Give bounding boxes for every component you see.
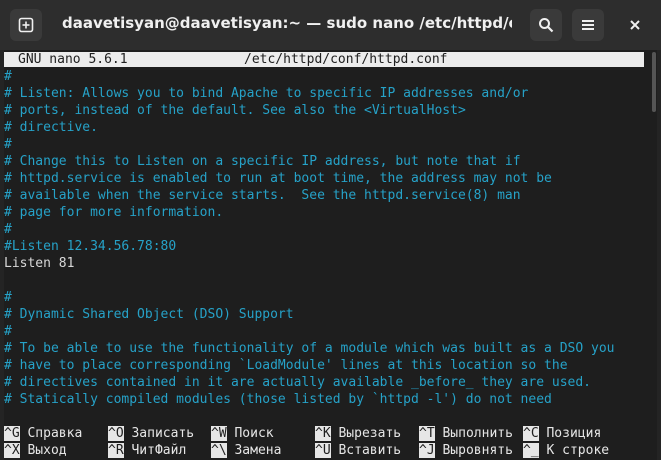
- shortcut-item[interactable]: ^\ Замена: [211, 442, 281, 459]
- close-button[interactable]: [619, 9, 651, 41]
- shortcut-label: Замена: [234, 443, 282, 458]
- shortcut-label: Записать: [131, 426, 195, 441]
- terminal-window: daavetisyan@daavetisyan:~ — sudo nano /e…: [0, 0, 661, 460]
- search-icon: [539, 18, 554, 33]
- editor-buffer[interactable]: # # Listen: Allows you to bind Apache to …: [4, 68, 644, 408]
- shortcut-item[interactable]: ^X Выход: [4, 442, 67, 459]
- shortcut-key: ^T: [419, 426, 435, 441]
- shortcut-key: ^\: [211, 443, 227, 458]
- shortcut-item[interactable]: ^C Позиция: [523, 425, 601, 442]
- shortcut-label: Позиция: [546, 426, 602, 441]
- nano-header-bar: GNU nano 5.6.1 /etc/httpd/conf/httpd.con…: [4, 52, 644, 67]
- window-title: daavetisyan@daavetisyan:~ — sudo nano /e…: [62, 14, 512, 32]
- editor-line: # have to place corresponding `LoadModul…: [4, 358, 568, 373]
- shortcut-key: ^G: [4, 426, 20, 441]
- shortcut-label: Выровнять: [442, 443, 513, 458]
- shortcut-key: ^X: [4, 443, 20, 458]
- shortcut-key: ^C: [523, 426, 539, 441]
- editor-line: #: [4, 69, 12, 84]
- editor-line: Listen 81: [4, 256, 75, 271]
- shortcut-item[interactable]: ^K Вырезать: [315, 425, 401, 442]
- editor-line: # directives contained in it are actuall…: [4, 375, 591, 390]
- scrollbar[interactable]: [651, 52, 657, 382]
- editor-line: # directive.: [4, 120, 98, 135]
- shortcut-label: Вставить: [338, 443, 402, 458]
- shortcut-row: ^G Справка ^O Записать ^W Поиск ^K Вырезать…: [4, 425, 657, 442]
- editor-line: # Change this to Listen on a specific IP…: [4, 154, 521, 169]
- shortcut-key: ^U: [315, 443, 331, 458]
- shortcut-key: ^_: [523, 443, 539, 458]
- editor-line: # page for more information.: [4, 205, 224, 220]
- shortcut-label: Справка: [27, 426, 83, 441]
- shortcut-item[interactable]: ^R ЧитФайл: [108, 442, 186, 459]
- shortcut-label: Выход: [27, 443, 67, 458]
- editor-line: # To be able to use the functionality of…: [4, 341, 615, 356]
- editor-line: # Dynamic Shared Object (DSO) Support: [4, 307, 294, 322]
- menu-button[interactable]: [572, 9, 604, 41]
- editor-line: #Listen 12.34.56.78:80: [4, 239, 177, 254]
- shortcut-item[interactable]: ^J Выровнять: [419, 442, 513, 459]
- search-button[interactable]: [530, 9, 562, 41]
- editor-line: #: [4, 222, 12, 237]
- shortcut-key: ^O: [108, 426, 124, 441]
- shortcut-label: Вырезать: [338, 426, 402, 441]
- editor-line: # Listen: Allows you to bind Apache to s…: [4, 86, 529, 101]
- shortcut-key: ^K: [315, 426, 331, 441]
- editor-line: # ports, instead of the default. See als…: [4, 103, 466, 118]
- editor-line: # available when the service starts. See…: [4, 188, 521, 203]
- editor-line: #: [4, 137, 12, 152]
- close-icon: [630, 20, 640, 30]
- shortcut-item[interactable]: ^T Выполнить: [419, 425, 513, 442]
- hamburger-menu-icon: [582, 20, 594, 30]
- editor-line: #: [4, 290, 12, 305]
- title-bar: daavetisyan@daavetisyan:~ — sudo nano /e…: [0, 0, 661, 50]
- shortcut-label: ЧитФайл: [131, 443, 187, 458]
- editor-line: #: [4, 324, 12, 339]
- new-tab-icon: [18, 17, 34, 33]
- shortcut-item[interactable]: ^O Записать: [108, 425, 194, 442]
- nano-filename: /etc/httpd/conf/httpd.conf: [244, 52, 448, 67]
- editor-line: # httpd.service is enabled to run at boo…: [4, 171, 552, 186]
- shortcut-label: К строке: [546, 443, 610, 458]
- shortcut-item[interactable]: ^W Поиск: [211, 425, 274, 442]
- nano-version: GNU nano 5.6.1: [18, 52, 128, 67]
- shortcut-row: ^X Выход ^R ЧитФайл ^\ Замена ^U Вставить ^J…: [4, 442, 657, 459]
- scrollbar-thumb[interactable]: [652, 52, 656, 112]
- new-tab-button[interactable]: [10, 9, 42, 41]
- editor-line: # Statically compiled modules (those lis…: [4, 392, 552, 407]
- terminal-area[interactable]: GNU nano 5.6.1 /etc/httpd/conf/httpd.con…: [4, 50, 657, 460]
- shortcut-label: Выполнить: [442, 426, 513, 441]
- shortcut-item[interactable]: ^U Вставить: [315, 442, 401, 459]
- shortcut-item[interactable]: ^_ К строке: [523, 442, 609, 459]
- shortcut-key: ^J: [419, 443, 435, 458]
- shortcut-label: Поиск: [234, 426, 274, 441]
- nano-shortcut-bar: ^G Справка ^O Записать ^W Поиск ^K Вырезать…: [4, 425, 657, 459]
- shortcut-key: ^W: [211, 426, 227, 441]
- shortcut-item[interactable]: ^G Справка: [4, 425, 82, 442]
- shortcut-key: ^R: [108, 443, 124, 458]
